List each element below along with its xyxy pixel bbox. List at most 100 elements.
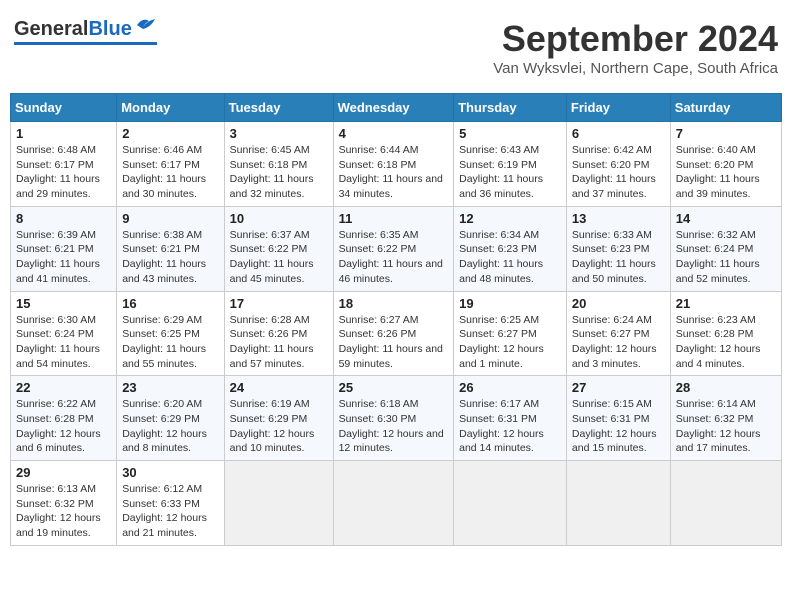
daylight: Daylight: 11 hours and 57 minutes.: [230, 343, 314, 370]
logo-underline: [14, 42, 157, 45]
col-wednesday: Wednesday: [333, 94, 454, 122]
page-title: September 2024: [493, 18, 778, 60]
day-info: Sunrise: 6:29 AM Sunset: 6:25 PM Dayligh…: [122, 313, 218, 372]
day-info: Sunrise: 6:45 AM Sunset: 6:18 PM Dayligh…: [230, 143, 328, 202]
daylight: Daylight: 12 hours and 21 minutes.: [122, 512, 207, 539]
table-row: 23 Sunrise: 6:20 AM Sunset: 6:29 PM Dayl…: [117, 376, 224, 461]
title-block: September 2024 Van Wyksvlei, Northern Ca…: [493, 18, 778, 77]
daylight: Daylight: 11 hours and 39 minutes.: [676, 173, 760, 200]
table-row: 15 Sunrise: 6:30 AM Sunset: 6:24 PM Dayl…: [11, 291, 117, 376]
table-row: 3 Sunrise: 6:45 AM Sunset: 6:18 PM Dayli…: [224, 122, 333, 207]
daylight: Daylight: 11 hours and 30 minutes.: [122, 173, 206, 200]
day-number: 26: [459, 380, 561, 395]
sunrise: Sunrise: 6:13 AM: [16, 483, 96, 495]
table-row: 30 Sunrise: 6:12 AM Sunset: 6:33 PM Dayl…: [117, 461, 224, 546]
day-number: 1: [16, 126, 111, 141]
day-number: 12: [459, 211, 561, 226]
day-info: Sunrise: 6:34 AM Sunset: 6:23 PM Dayligh…: [459, 228, 561, 287]
daylight: Daylight: 11 hours and 43 minutes.: [122, 258, 206, 285]
sunset: Sunset: 6:28 PM: [676, 328, 754, 340]
col-monday: Monday: [117, 94, 224, 122]
day-number: 18: [339, 296, 449, 311]
sunrise: Sunrise: 6:39 AM: [16, 229, 96, 241]
day-number: 22: [16, 380, 111, 395]
day-info: Sunrise: 6:40 AM Sunset: 6:20 PM Dayligh…: [676, 143, 776, 202]
daylight: Daylight: 12 hours and 14 minutes.: [459, 428, 544, 455]
day-info: Sunrise: 6:32 AM Sunset: 6:24 PM Dayligh…: [676, 228, 776, 287]
sunset: Sunset: 6:19 PM: [459, 159, 537, 171]
day-info: Sunrise: 6:33 AM Sunset: 6:23 PM Dayligh…: [572, 228, 665, 287]
sunset: Sunset: 6:31 PM: [459, 413, 537, 425]
sunrise: Sunrise: 6:45 AM: [230, 144, 310, 156]
daylight: Daylight: 12 hours and 15 minutes.: [572, 428, 657, 455]
table-row: [454, 461, 567, 546]
table-row: 13 Sunrise: 6:33 AM Sunset: 6:23 PM Dayl…: [566, 206, 670, 291]
col-saturday: Saturday: [670, 94, 781, 122]
sunset: Sunset: 6:18 PM: [230, 159, 308, 171]
calendar-table: Sunday Monday Tuesday Wednesday Thursday…: [10, 93, 782, 546]
day-info: Sunrise: 6:37 AM Sunset: 6:22 PM Dayligh…: [230, 228, 328, 287]
sunset: Sunset: 6:28 PM: [16, 413, 94, 425]
sunset: Sunset: 6:17 PM: [122, 159, 200, 171]
day-info: Sunrise: 6:35 AM Sunset: 6:22 PM Dayligh…: [339, 228, 449, 287]
day-info: Sunrise: 6:30 AM Sunset: 6:24 PM Dayligh…: [16, 313, 111, 372]
sunrise: Sunrise: 6:12 AM: [122, 483, 202, 495]
table-row: 28 Sunrise: 6:14 AM Sunset: 6:32 PM Dayl…: [670, 376, 781, 461]
sunset: Sunset: 6:20 PM: [572, 159, 650, 171]
sunrise: Sunrise: 6:20 AM: [122, 398, 202, 410]
table-row: 8 Sunrise: 6:39 AM Sunset: 6:21 PM Dayli…: [11, 206, 117, 291]
sunset: Sunset: 6:22 PM: [230, 243, 308, 255]
table-row: 4 Sunrise: 6:44 AM Sunset: 6:18 PM Dayli…: [333, 122, 454, 207]
daylight: Daylight: 12 hours and 8 minutes.: [122, 428, 207, 455]
sunset: Sunset: 6:32 PM: [676, 413, 754, 425]
table-row: 26 Sunrise: 6:17 AM Sunset: 6:31 PM Dayl…: [454, 376, 567, 461]
page-subtitle: Van Wyksvlei, Northern Cape, South Afric…: [493, 60, 778, 77]
day-number: 23: [122, 380, 218, 395]
sunset: Sunset: 6:18 PM: [339, 159, 417, 171]
day-number: 25: [339, 380, 449, 395]
table-row: 14 Sunrise: 6:32 AM Sunset: 6:24 PM Dayl…: [670, 206, 781, 291]
sunset: Sunset: 6:17 PM: [16, 159, 94, 171]
day-number: 3: [230, 126, 328, 141]
table-row: 9 Sunrise: 6:38 AM Sunset: 6:21 PM Dayli…: [117, 206, 224, 291]
sunrise: Sunrise: 6:32 AM: [676, 229, 756, 241]
day-info: Sunrise: 6:18 AM Sunset: 6:30 PM Dayligh…: [339, 397, 449, 456]
sunrise: Sunrise: 6:48 AM: [16, 144, 96, 156]
day-number: 13: [572, 211, 665, 226]
sunrise: Sunrise: 6:37 AM: [230, 229, 310, 241]
calendar-header: Sunday Monday Tuesday Wednesday Thursday…: [11, 94, 782, 122]
sunrise: Sunrise: 6:40 AM: [676, 144, 756, 156]
daylight: Daylight: 12 hours and 4 minutes.: [676, 343, 761, 370]
sunrise: Sunrise: 6:46 AM: [122, 144, 202, 156]
col-friday: Friday: [566, 94, 670, 122]
page-header: General Blue September 2024 Van Wyksvlei…: [10, 10, 782, 85]
sunrise: Sunrise: 6:30 AM: [16, 314, 96, 326]
logo-blue-text: Blue: [88, 18, 131, 41]
sunrise: Sunrise: 6:34 AM: [459, 229, 539, 241]
table-row: [670, 461, 781, 546]
table-row: 7 Sunrise: 6:40 AM Sunset: 6:20 PM Dayli…: [670, 122, 781, 207]
daylight: Daylight: 11 hours and 34 minutes.: [339, 173, 443, 200]
daylight: Daylight: 11 hours and 46 minutes.: [339, 258, 443, 285]
daylight: Daylight: 11 hours and 36 minutes.: [459, 173, 543, 200]
table-row: 25 Sunrise: 6:18 AM Sunset: 6:30 PM Dayl…: [333, 376, 454, 461]
sunset: Sunset: 6:33 PM: [122, 498, 200, 510]
daylight: Daylight: 11 hours and 54 minutes.: [16, 343, 100, 370]
table-row: 10 Sunrise: 6:37 AM Sunset: 6:22 PM Dayl…: [224, 206, 333, 291]
day-info: Sunrise: 6:38 AM Sunset: 6:21 PM Dayligh…: [122, 228, 218, 287]
table-row: 1 Sunrise: 6:48 AM Sunset: 6:17 PM Dayli…: [11, 122, 117, 207]
sunset: Sunset: 6:30 PM: [339, 413, 417, 425]
day-number: 16: [122, 296, 218, 311]
day-number: 8: [16, 211, 111, 226]
day-number: 19: [459, 296, 561, 311]
daylight: Daylight: 11 hours and 29 minutes.: [16, 173, 100, 200]
day-number: 17: [230, 296, 328, 311]
table-row: 2 Sunrise: 6:46 AM Sunset: 6:17 PM Dayli…: [117, 122, 224, 207]
sunset: Sunset: 6:22 PM: [339, 243, 417, 255]
day-info: Sunrise: 6:19 AM Sunset: 6:29 PM Dayligh…: [230, 397, 328, 456]
col-thursday: Thursday: [454, 94, 567, 122]
sunrise: Sunrise: 6:29 AM: [122, 314, 202, 326]
day-info: Sunrise: 6:28 AM Sunset: 6:26 PM Dayligh…: [230, 313, 328, 372]
day-number: 10: [230, 211, 328, 226]
day-info: Sunrise: 6:46 AM Sunset: 6:17 PM Dayligh…: [122, 143, 218, 202]
